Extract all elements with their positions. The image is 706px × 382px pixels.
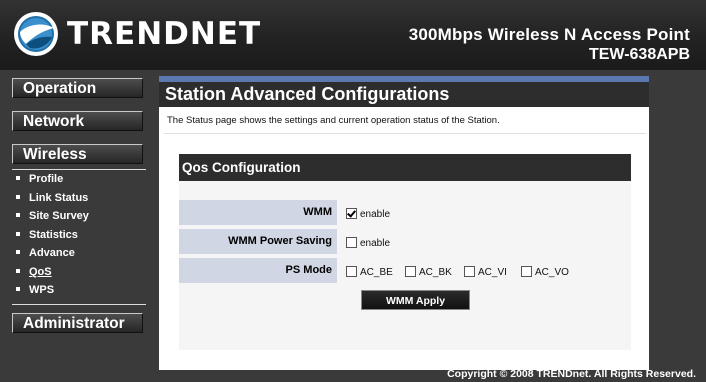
submenu-item-link-status[interactable]: Link Status: [16, 190, 88, 206]
bullet-icon: [16, 287, 20, 292]
nav-administrator-button[interactable]: Administrator: [12, 313, 143, 333]
bullet-icon: [16, 213, 20, 218]
wmm-enable-checkbox[interactable]: [346, 208, 357, 219]
page-title-bar: Station Advanced Configurations: [159, 82, 649, 107]
sidebar: Operation Network Wireless Profile Link …: [0, 70, 152, 382]
bullet-icon: [16, 195, 20, 200]
submenu-item-label: Profile: [29, 173, 64, 185]
submenu-item-label: Advance: [29, 247, 75, 259]
qos-configuration-panel: Qos Configuration WMM enable WMM Power S…: [179, 154, 631, 350]
bullet-icon: [16, 232, 20, 237]
submenu-item-wps[interactable]: WPS: [16, 282, 54, 298]
nav-wireless-button[interactable]: Wireless: [12, 144, 143, 164]
ps-mode-ac-vi-label: AC_VI: [478, 267, 507, 278]
submenu-item-label: Link Status: [29, 192, 89, 204]
ps-mode-ac-bk-label: AC_BK: [419, 267, 452, 278]
ps-mode-ac-vi-checkbox[interactable]: [464, 266, 475, 277]
wmm-apply-button[interactable]: WMM Apply: [361, 290, 470, 310]
brand-name: TRENDNET: [67, 16, 262, 52]
submenu-item-statistics[interactable]: Statistics: [16, 227, 78, 243]
submenu-item-site-survey[interactable]: Site Survey: [16, 208, 89, 224]
nav-network-button[interactable]: Network: [12, 111, 143, 131]
qos-heading: Qos Configuration: [179, 154, 631, 181]
divider: [164, 133, 646, 134]
submenu-item-label: Statistics: [29, 229, 78, 241]
trendnet-logo: TRENDNET: [12, 10, 261, 58]
page-title: Station Advanced Configurations: [165, 84, 450, 104]
wireless-submenu: Profile Link Status Site Survey Statisti…: [12, 169, 146, 305]
product-title: 300Mbps Wireless N Access Point: [408, 25, 690, 44]
ps-mode-label: PS Mode: [179, 258, 337, 283]
submenu-item-label: Site Survey: [29, 210, 89, 222]
product-model: TEW-638APB: [588, 46, 690, 63]
wmm-power-saving-label: WMM Power Saving: [179, 229, 337, 254]
trendnet-logo-icon: [14, 12, 58, 56]
ps-mode-ac-bk-checkbox[interactable]: [405, 266, 416, 277]
submenu-item-advance[interactable]: Advance: [16, 245, 75, 261]
submenu-item-label: QoS: [29, 266, 52, 278]
bullet-icon: [16, 269, 20, 274]
wmm-enable-label: enable: [360, 209, 391, 220]
wmm-label: WMM: [179, 200, 337, 225]
page-description: The Status page shows the settings and c…: [167, 115, 500, 126]
wmm-power-saving-enable-label: enable: [360, 238, 391, 249]
header-bar: TRENDNET 300Mbps Wireless N Access Point…: [0, 0, 706, 70]
bullet-icon: [16, 176, 20, 181]
bullet-icon: [16, 250, 20, 255]
ps-mode-ac-vo-checkbox[interactable]: [521, 266, 532, 277]
ps-mode-ac-vo-label: AC_VO: [535, 267, 569, 278]
wmm-power-saving-checkbox[interactable]: [346, 237, 357, 248]
submenu-item-profile[interactable]: Profile: [16, 171, 63, 187]
ps-mode-ac-be-label: AC_BE: [360, 267, 393, 278]
submenu-item-qos[interactable]: QoS: [16, 264, 52, 280]
submenu-item-label: WPS: [29, 284, 55, 296]
copyright-footer: Copyright © 2008 TRENDnet. All Rights Re…: [447, 368, 696, 380]
ps-mode-ac-be-checkbox[interactable]: [346, 266, 357, 277]
nav-operation-button[interactable]: Operation: [12, 78, 143, 98]
main-panel: Station Advanced Configurations The Stat…: [159, 82, 649, 370]
